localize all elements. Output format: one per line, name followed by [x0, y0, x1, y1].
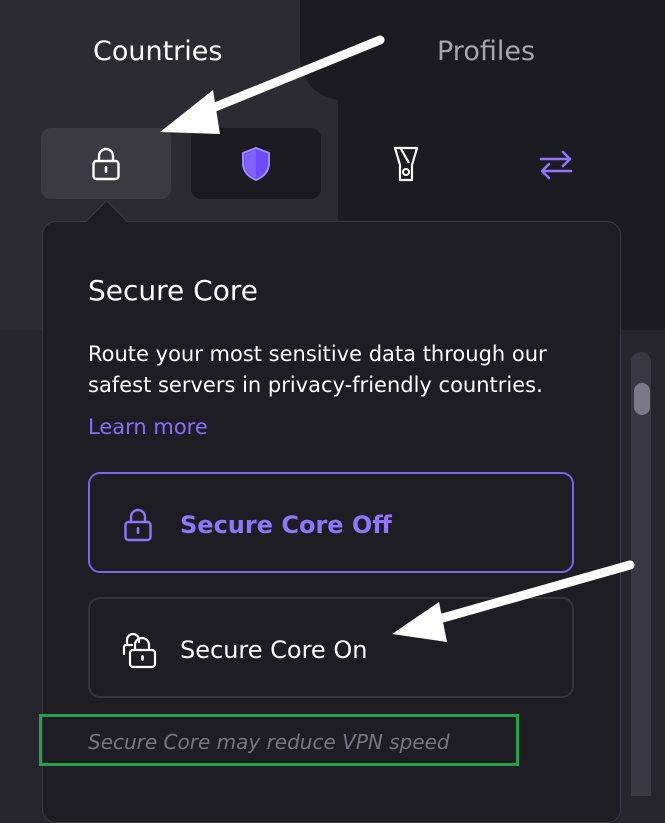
tor-icon: [393, 146, 419, 181]
secure-core-on-option[interactable]: Secure Core On: [88, 597, 574, 698]
p2p-arrows-icon: [539, 150, 573, 179]
secure-core-off-label: Secure Core Off: [180, 511, 392, 539]
lock-icon: [124, 508, 152, 542]
secure-core-off-option[interactable]: Secure Core Off: [88, 472, 574, 573]
popover-description: Route your most sensitive data through o…: [88, 342, 547, 397]
netshield-filter-button[interactable]: [191, 128, 321, 199]
tab-profiles[interactable]: Profiles: [437, 34, 535, 70]
scrollbar-thumb[interactable]: [634, 383, 650, 415]
p2p-filter-button[interactable]: [491, 128, 621, 199]
double-lock-icon: [122, 632, 157, 669]
shield-icon: [242, 146, 270, 181]
secure-core-on-label: Secure Core On: [180, 636, 368, 664]
tor-filter-button[interactable]: [341, 128, 471, 199]
secure-core-filter-button[interactable]: [41, 128, 171, 199]
tab-countries[interactable]: Countries: [93, 34, 222, 70]
popover-title: Secure Core: [88, 274, 258, 307]
annotation-highlight-box: [39, 714, 519, 766]
scrollbar-track[interactable]: [631, 352, 651, 796]
learn-more-link[interactable]: Learn more: [88, 412, 208, 442]
lock-icon: [92, 147, 120, 180]
